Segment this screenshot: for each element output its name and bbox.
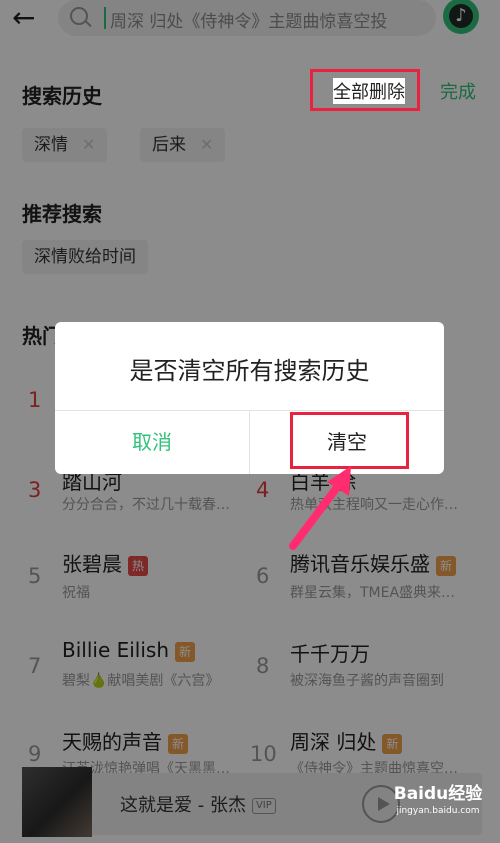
- dialog-title: 是否清空所有搜索历史: [129, 357, 370, 385]
- pointer-arrow-icon: [289, 466, 351, 550]
- watermark-url: jingyan.baidu.com: [396, 806, 480, 816]
- cancel-button[interactable]: 取消: [55, 411, 249, 474]
- baidu-watermark: Baidu经验 jingyan.baidu.com: [382, 783, 494, 817]
- clear-all-button-highlighted[interactable]: 全部删除: [333, 78, 405, 104]
- watermark-logo: Baidu经验: [393, 784, 483, 804]
